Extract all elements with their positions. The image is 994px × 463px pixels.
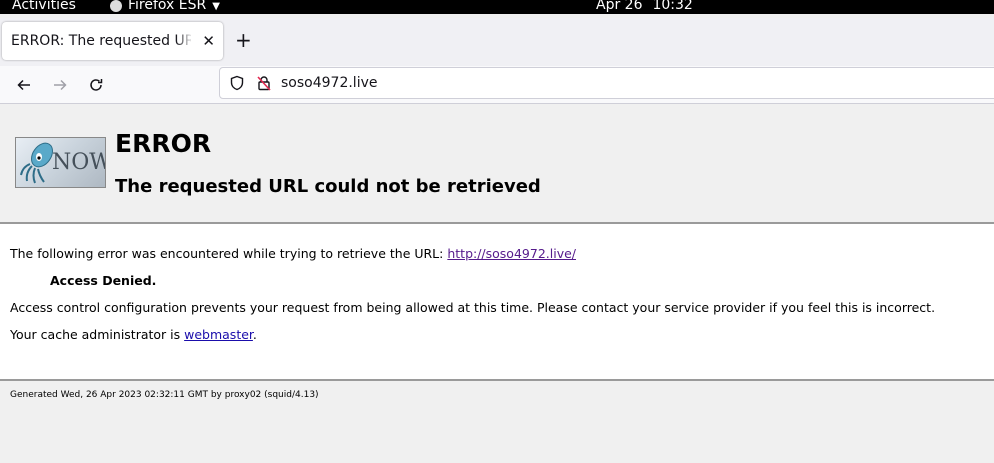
clock[interactable]: Apr 26 10:32	[596, 0, 693, 13]
page-content: NOW ERROR The requested URL could not be…	[0, 104, 994, 463]
clock-time: 10:32	[652, 0, 693, 13]
logo-text: NOW	[52, 150, 106, 175]
app-menu-label: Firefox ESR	[128, 0, 207, 13]
webmaster-link[interactable]: webmaster	[184, 327, 253, 342]
back-arrow-icon	[17, 79, 30, 91]
reload-button[interactable]	[83, 72, 109, 98]
activities-button[interactable]: Activities	[12, 0, 76, 13]
error-intro: The following error was encountered whil…	[10, 246, 576, 261]
reload-icon	[90, 79, 103, 91]
admin-line: Your cache administrator is webmaster.	[10, 327, 257, 342]
plus-icon[interactable]: +	[235, 29, 252, 51]
error-explanation: Access control configuration prevents yo…	[10, 300, 936, 315]
forward-arrow-icon	[54, 79, 67, 91]
shield-icon[interactable]	[229, 75, 245, 91]
error-intro-text: The following error was encountered whil…	[10, 246, 448, 261]
url-bar[interactable]: soso4972.live	[219, 67, 994, 99]
navigation-toolbar: soso4972.live	[0, 66, 994, 104]
page-subtitle: The requested URL could not be retrieved	[115, 176, 541, 197]
generated-footer: Generated Wed, 26 Apr 2023 02:32:11 GMT …	[10, 390, 319, 400]
firefox-icon	[110, 0, 122, 12]
clock-date: Apr 26	[596, 0, 643, 13]
error-body: The following error was encountered whil…	[0, 224, 994, 379]
caret-down-icon: ▼	[212, 0, 220, 12]
forward-button[interactable]	[47, 72, 73, 98]
tab-title: ERROR: The requested URL could not be re…	[11, 33, 191, 49]
app-menu[interactable]: Firefox ESR ▼	[110, 0, 220, 13]
divider-bottom	[0, 379, 994, 381]
insecure-lock-icon[interactable]	[256, 75, 272, 91]
back-button[interactable]	[11, 72, 37, 98]
page-title: ERROR	[115, 129, 212, 158]
admin-suffix: .	[252, 327, 257, 342]
admin-prefix: Your cache administrator is	[10, 327, 185, 342]
url-text[interactable]: soso4972.live	[281, 75, 377, 91]
browser-tab[interactable]: ERROR: The requested URL could not be re…	[2, 22, 223, 60]
access-denied-heading: Access Denied.	[50, 273, 157, 288]
squid-logo: NOW	[15, 137, 106, 188]
close-icon[interactable]: ✕	[202, 32, 215, 50]
system-top-bar: Activities Firefox ESR ▼ Apr 26 10:32	[0, 0, 994, 14]
requested-url-link[interactable]: http://soso4972.live/	[447, 246, 576, 261]
tab-strip: ERROR: The requested URL could not be re…	[0, 18, 994, 66]
